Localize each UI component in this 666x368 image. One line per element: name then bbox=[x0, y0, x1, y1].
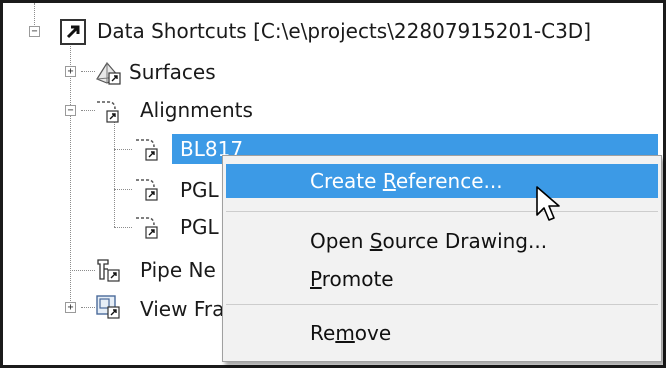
expand-surfaces-toggle[interactable]: + bbox=[65, 66, 76, 77]
alignment-icon bbox=[136, 179, 158, 201]
mnemonic-letter: m bbox=[335, 321, 355, 345]
mnemonic-letter: S bbox=[369, 229, 383, 253]
alignment-icon bbox=[136, 139, 158, 161]
pipe-network-icon bbox=[97, 259, 120, 282]
menu-item-label: ource Drawing... bbox=[382, 229, 548, 253]
collapse-alignments-toggle[interactable]: − bbox=[65, 105, 76, 116]
alignment-icon bbox=[136, 217, 158, 239]
menu-item-label: Open bbox=[310, 229, 370, 253]
view-frame-icon bbox=[96, 295, 120, 319]
tree-item-alignments[interactable]: Alignments bbox=[140, 98, 253, 122]
tree-item-pgl[interactable]: PGL bbox=[180, 178, 219, 202]
tree-connector bbox=[81, 110, 95, 111]
collapse-root-toggle[interactable]: − bbox=[29, 26, 40, 37]
tree-connector bbox=[114, 227, 132, 228]
menu-separator bbox=[226, 211, 658, 212]
menu-item-open-source-drawing[interactable]: Open Source Drawing... bbox=[226, 224, 658, 258]
tree-item-view-frames[interactable]: View Fra bbox=[140, 297, 224, 321]
expand-view-frames-toggle[interactable]: + bbox=[65, 302, 76, 313]
tree-connector bbox=[114, 189, 132, 190]
tree-connector bbox=[70, 270, 95, 271]
tree-connector bbox=[81, 307, 95, 308]
context-menu: Create Reference... Open Source Drawing.… bbox=[222, 155, 662, 362]
menu-item-promote[interactable]: Promote bbox=[226, 262, 658, 296]
tree-item-data-shortcuts[interactable]: Data Shortcuts [C:\e\projects\2280791520… bbox=[97, 19, 591, 43]
tree-connector bbox=[81, 71, 95, 72]
tree-item-pgl[interactable]: PGL bbox=[180, 215, 219, 239]
menu-item-label: romote bbox=[321, 267, 394, 291]
mouse-pointer-icon bbox=[536, 186, 560, 221]
alignment-icon bbox=[97, 101, 119, 123]
menu-separator bbox=[226, 304, 658, 305]
tree-item-pipe-networks[interactable]: Pipe Ne bbox=[140, 258, 216, 282]
menu-item-label: Re bbox=[310, 321, 336, 345]
menu-item-remove[interactable]: Remove bbox=[226, 316, 658, 350]
tree-connector bbox=[34, 3, 35, 27]
menu-item-label: eference... bbox=[395, 169, 503, 193]
menu-item-label: Create bbox=[310, 169, 383, 193]
surface-icon bbox=[96, 61, 121, 85]
menu-item-label: ove bbox=[354, 321, 392, 345]
mnemonic-letter: P bbox=[310, 267, 322, 291]
tree-connector bbox=[114, 149, 132, 150]
tree-connector bbox=[70, 42, 71, 307]
tree-item-surfaces[interactable]: Surfaces bbox=[129, 60, 216, 84]
prospector-tree-panel: − Data Shortcuts [C:\e\projects\22807915… bbox=[3, 3, 663, 365]
menu-item-create-reference[interactable]: Create Reference... bbox=[226, 164, 658, 198]
tree-connector bbox=[114, 122, 115, 227]
shortcut-arrow-icon bbox=[60, 19, 86, 45]
mnemonic-letter: R bbox=[382, 169, 396, 193]
